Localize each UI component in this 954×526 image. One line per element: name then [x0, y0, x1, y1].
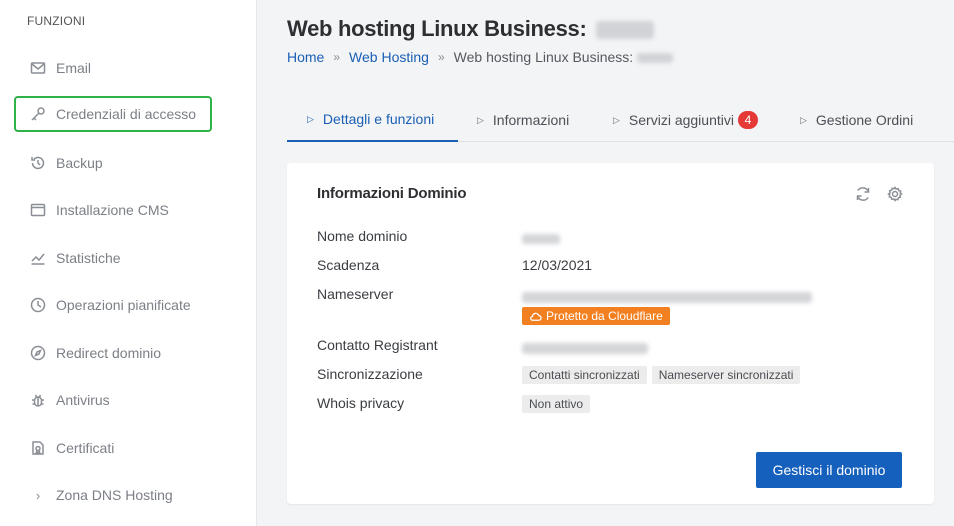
triangle-right-icon: ▷ [613, 114, 620, 125]
compass-icon [30, 345, 46, 361]
label-contatto-registrant: Contatto Registrant [317, 337, 438, 353]
breadcrumb-web-hosting[interactable]: Web Hosting [349, 49, 429, 65]
sidebar-item-operazioni[interactable]: Operazioni pianificate [14, 287, 212, 323]
sidebar: FUNZIONI Email Credenziali di accesso Ba… [0, 0, 257, 526]
sidebar-item-redirect[interactable]: Redirect dominio [14, 335, 212, 371]
count-badge: 4 [737, 111, 758, 129]
redacted-value [522, 291, 812, 303]
breadcrumb-current: Web hosting Linux Business: [453, 49, 674, 65]
refresh-icon[interactable] [854, 185, 872, 203]
sidebar-item-label: Credenziali di accesso [56, 106, 197, 122]
sidebar-item-email[interactable]: Email [14, 50, 212, 86]
redacted-value [522, 342, 648, 354]
card-actions [854, 185, 904, 203]
value-contatto-registrant [522, 339, 648, 355]
sidebar-item-label: Email [56, 60, 92, 76]
redacted-value [522, 234, 560, 245]
cloudflare-badge-label: Protetto da Cloudflare [546, 309, 663, 323]
chevron-right-icon: › [35, 487, 41, 503]
triangle-right-icon: ▷ [477, 114, 484, 125]
chart-icon [30, 250, 46, 266]
label-nameserver: Nameserver [317, 286, 394, 302]
breadcrumb-current-text: Web hosting Linux Business: [453, 49, 634, 65]
gear-icon[interactable] [886, 185, 904, 203]
sidebar-item-label: Redirect dominio [56, 345, 162, 361]
value-nome-dominio [522, 230, 560, 246]
value-sincronizzazione: Contatti sincronizzati Nameserver sincron… [522, 366, 805, 384]
tab-servizi-aggiuntivi[interactable]: ▷ Servizi aggiuntivi 4 [613, 98, 758, 142]
sidebar-item-label: Zona DNS Hosting [56, 487, 173, 503]
value-nameserver-tag: Protetto da Cloudflare [522, 307, 675, 326]
breadcrumb: Home » Web Hosting » Web hosting Linux B… [287, 49, 674, 65]
triangle-right-icon: ▷ [800, 114, 807, 125]
value-nameserver [522, 288, 812, 304]
tab-dettagli[interactable]: ▷ Dettagli e funzioni [287, 98, 458, 142]
sidebar-item-label: Installazione CMS [56, 202, 169, 218]
cloudflare-badge: Protetto da Cloudflare [522, 307, 670, 325]
mail-icon [30, 60, 46, 76]
card-title: Informazioni Dominio [317, 185, 467, 202]
sidebar-item-zona-dns[interactable]: › Zona DNS Hosting [14, 477, 212, 513]
sidebar-item-backup[interactable]: Backup [14, 145, 212, 181]
breadcrumb-separator: » [437, 50, 445, 64]
sidebar-item-label: Antivirus [56, 392, 110, 408]
label-whois-privacy: Whois privacy [317, 395, 405, 411]
cloud-icon [530, 312, 542, 321]
sidebar-item-statistiche[interactable]: Statistiche [14, 240, 212, 276]
domain-info-card: Informazioni Dominio Nome dominio Scaden… [287, 163, 934, 504]
tab-label: Dettagli e funzioni [322, 111, 435, 127]
triangle-right-icon: ▷ [307, 113, 314, 124]
tab-label: Gestione Ordini [815, 112, 914, 128]
breadcrumb-separator: » [333, 50, 341, 64]
sidebar-item-label: Statistiche [56, 250, 121, 266]
sidebar-item-certificati[interactable]: Certificati [14, 430, 212, 466]
status-badge: Contatti sincronizzati [522, 366, 647, 384]
redacted-domain [596, 21, 655, 40]
sidebar-item-label: Certificati [56, 440, 115, 456]
label-sincronizzazione: Sincronizzazione [317, 366, 423, 382]
sidebar-item-credenziali[interactable]: Credenziali di accesso [14, 96, 212, 132]
tab-label: Informazioni [492, 112, 570, 128]
manage-domain-button[interactable]: Gestisci il dominio [756, 452, 902, 488]
status-badge: Non attivo [522, 395, 591, 413]
tab-label: Servizi aggiuntivi [628, 112, 734, 128]
clock-icon [30, 297, 46, 313]
page-title: Web hosting Linux Business: [287, 16, 655, 42]
redacted-domain [637, 53, 674, 64]
bug-icon [30, 392, 46, 408]
status-badge: Nameserver sincronizzati [651, 366, 801, 384]
main-content: Web hosting Linux Business: Home » Web H… [257, 0, 954, 526]
label-nome-dominio: Nome dominio [317, 228, 408, 244]
page-title-text: Web hosting Linux Business: [287, 16, 587, 41]
history-icon [30, 155, 46, 171]
breadcrumb-home[interactable]: Home [287, 49, 324, 65]
sidebar-item-label: Operazioni pianificate [56, 297, 191, 313]
certificate-icon [30, 440, 46, 456]
sidebar-item-label: Backup [56, 155, 103, 171]
tab-informazioni[interactable]: ▷ Informazioni [477, 98, 569, 142]
value-scadenza: 12/03/2021 [522, 257, 593, 273]
window-icon [30, 202, 46, 218]
label-scadenza: Scadenza [317, 257, 380, 273]
tab-gestione-ordini[interactable]: ▷ Gestione Ordini [800, 98, 913, 142]
sidebar-item-cms[interactable]: Installazione CMS [14, 192, 212, 228]
key-icon [30, 106, 46, 122]
sidebar-title: FUNZIONI [27, 14, 86, 28]
tab-bar: ▷ Dettagli e funzioni ▷ Informazioni ▷ S… [287, 98, 954, 142]
sidebar-item-antivirus[interactable]: Antivirus [14, 382, 212, 418]
value-whois-privacy: Non attivo [522, 395, 595, 413]
